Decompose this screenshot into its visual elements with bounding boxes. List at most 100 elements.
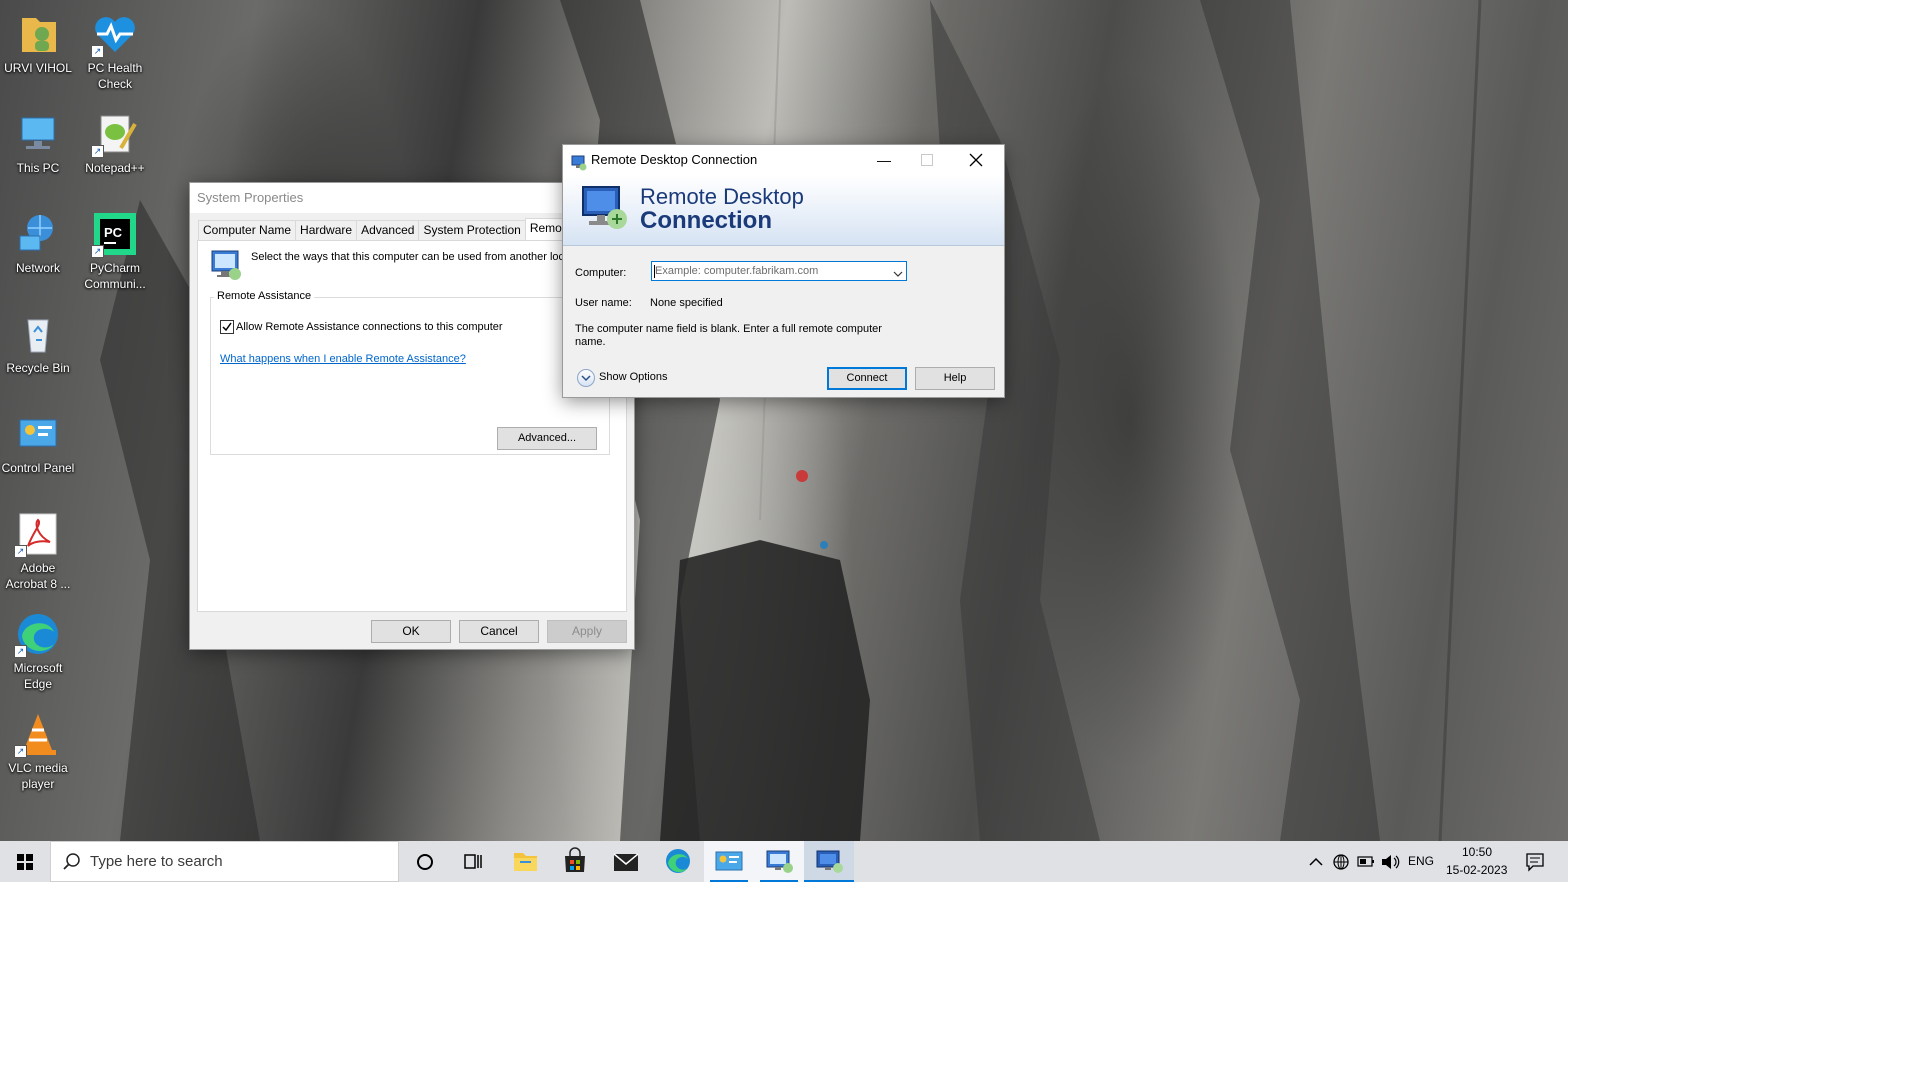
speaker-icon (1382, 855, 1400, 869)
allow-remote-assistance-label[interactable]: Allow Remote Assistance connections to t… (236, 321, 503, 333)
desktop-icon-label: Network (15, 261, 60, 275)
taskbar-microsoft-store[interactable] (550, 841, 600, 882)
close-icon (969, 153, 983, 167)
desktop-icon-recycle-bin[interactable]: Recycle Bin (0, 306, 76, 376)
desktop-icon-label: Adobe Acrobat 8 ... (5, 561, 71, 591)
desktop-icon-label: Recycle Bin (6, 361, 70, 375)
connect-button[interactable]: Connect (827, 367, 907, 390)
recycle-bin-icon (14, 310, 62, 358)
taskbar-edge[interactable] (652, 841, 704, 882)
tray-battery[interactable] (1355, 841, 1377, 882)
show-options-label[interactable]: Show Options (599, 371, 667, 383)
windows-logo-icon (17, 854, 33, 870)
username-label: User name: (575, 297, 632, 309)
search-icon (63, 853, 80, 870)
cortana-button[interactable] (401, 841, 449, 882)
desktop-icon-label: URVI VIHOL (4, 61, 72, 75)
advanced-button[interactable]: Advanced... (497, 427, 597, 450)
taskbar-control-panel[interactable] (704, 841, 754, 882)
blank-name-message-line2: name. (575, 336, 606, 348)
desktop-icon-label: Notepad++ (85, 161, 145, 175)
taskbar: Type here to search ENG 10:50 15-02-2023 (0, 841, 1568, 882)
taskbar-remote-desktop[interactable] (804, 841, 854, 882)
desktop-icon-label: VLC media player (8, 761, 68, 791)
notification-icon (1526, 853, 1544, 872)
desktop-icon-pycharm[interactable]: PC ↗ PyCharm Communi... (77, 206, 153, 292)
action-center-button[interactable] (1520, 841, 1550, 882)
remote-intro-text: Select the ways that this computer can b… (251, 251, 571, 263)
taskbar-file-explorer[interactable] (500, 841, 550, 882)
desktop-icon-label: Microsoft Edge (13, 661, 63, 691)
tray-network[interactable] (1330, 841, 1352, 882)
store-bag-icon (565, 847, 585, 872)
desktop-icon-vlc[interactable]: ↗ VLC media player (0, 706, 76, 792)
tab-computer-name[interactable]: Computer Name (198, 220, 297, 240)
help-button[interactable]: Help (915, 367, 995, 390)
taskbar-mail[interactable] (600, 841, 652, 882)
desktop-icon-network[interactable]: Network (0, 206, 76, 276)
computer-icon (14, 110, 62, 158)
svg-text:PC: PC (104, 225, 123, 240)
clock-time[interactable]: 10:50 (1462, 845, 1492, 859)
shortcut-arrow-icon: ↗ (14, 645, 27, 658)
desktop-icon-adobe-acrobat[interactable]: ↗ Adobe Acrobat 8 ... (0, 506, 76, 592)
username-value: None specified (650, 297, 723, 309)
shortcut-arrow-icon: ↗ (91, 145, 104, 158)
desktop-icon-notepad-plus-plus[interactable]: ↗ Notepad++ (77, 106, 153, 176)
language-indicator[interactable]: ENG (1408, 854, 1434, 868)
desktop-icon-this-pc[interactable]: This PC (0, 106, 76, 176)
tab-system-protection[interactable]: System Protection (418, 220, 526, 240)
battery-icon (1357, 856, 1374, 867)
desktop-icon-user-folder[interactable]: URVI VIHOL (0, 6, 76, 76)
control-panel-icon (14, 410, 62, 458)
cancel-button[interactable]: Cancel (459, 620, 539, 643)
chevron-down-icon[interactable] (893, 267, 903, 281)
notepad-plus-plus-icon: ↗ (91, 110, 139, 158)
desktop-icon-label: Control Panel (1, 461, 75, 475)
mail-envelope-icon (613, 853, 639, 871)
ok-button[interactable]: OK (371, 620, 451, 643)
edge-browser-icon (666, 849, 690, 873)
running-indicator (804, 880, 854, 882)
cortana-circle-icon (417, 854, 433, 870)
rdc-banner: Remote Desktop Connection (563, 175, 1004, 246)
running-indicator (710, 880, 748, 882)
apply-button[interactable]: Apply (547, 620, 627, 643)
remote-computer-icon (210, 249, 242, 284)
desktop-icon-microsoft-edge[interactable]: ↗ Microsoft Edge (0, 606, 76, 692)
running-indicator (760, 880, 798, 882)
pycharm-icon: PC ↗ (91, 210, 139, 258)
desktop-icon-control-panel[interactable]: Control Panel (0, 406, 76, 476)
user-folder-icon (14, 10, 62, 58)
shortcut-arrow-icon: ↗ (91, 245, 104, 258)
rdc-banner-title-line2: Connection (640, 207, 772, 234)
rdc-window-title: Remote Desktop Connection (591, 152, 758, 167)
globe-icon (1333, 854, 1349, 870)
chevron-up-icon (1309, 857, 1323, 866)
computer-combobox[interactable]: Example: computer.fabrikam.com (651, 261, 907, 281)
tab-strip: Computer Name Hardware Advanced System P… (198, 218, 577, 240)
clock-date[interactable]: 15-02-2023 (1446, 863, 1507, 877)
tray-volume[interactable] (1379, 841, 1401, 882)
tab-hardware[interactable]: Hardware (295, 220, 358, 240)
remote-desktop-connection-window: Remote Desktop Connection — Remote Deskt… (563, 145, 1004, 397)
show-options-toggle[interactable] (577, 369, 595, 387)
start-button[interactable] (0, 841, 50, 882)
rdc-title-bar: Remote Desktop Connection — (563, 145, 1004, 175)
shortcut-arrow-icon: ↗ (91, 45, 104, 58)
control-panel-icon (715, 851, 743, 871)
task-view-button[interactable] (449, 841, 497, 882)
tab-advanced[interactable]: Advanced (356, 220, 420, 240)
checkmark-icon (222, 322, 232, 332)
minimize-button[interactable]: — (873, 145, 895, 175)
show-hidden-icons-button[interactable] (1305, 841, 1327, 882)
taskbar-system-properties[interactable] (754, 841, 804, 882)
computer-label: Computer: (575, 267, 627, 279)
taskbar-search-box[interactable]: Type here to search (50, 841, 399, 882)
folder-icon (514, 853, 537, 871)
allow-remote-assistance-checkbox[interactable] (220, 320, 234, 334)
desktop-icon-label: PyCharm Communi... (84, 261, 146, 291)
maximize-button[interactable] (921, 154, 933, 166)
remote-assistance-help-link[interactable]: What happens when I enable Remote Assist… (220, 353, 466, 365)
desktop-icon-pc-health-check[interactable]: ↗ PC Health Check (77, 6, 153, 92)
